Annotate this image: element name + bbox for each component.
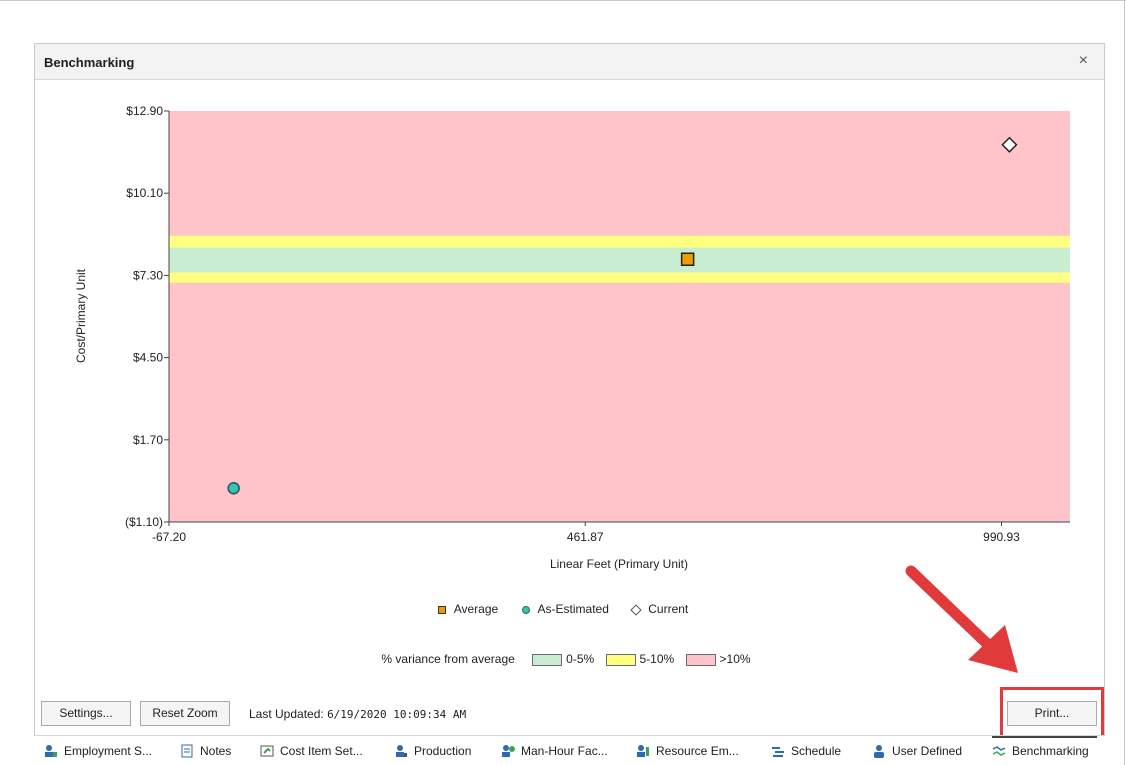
band-10	[169, 111, 1070, 522]
point-average[interactable]	[680, 252, 695, 267]
variance-5-10: 5-10%	[605, 652, 674, 666]
tab-production[interactable]: Production	[394, 741, 471, 761]
employment-icon	[44, 744, 58, 758]
last-updated-value: 6/19/2020 10:09:34 AM	[327, 708, 467, 721]
variance-legend: % variance from average 0-5% 5-10% >10%	[0, 651, 1126, 666]
y-tick-label: $10.10	[126, 186, 163, 200]
active-tab-indicator	[992, 736, 1097, 738]
y-tick-label: ($1.10)	[125, 515, 163, 529]
yellow-swatch-icon	[605, 653, 636, 666]
green-swatch-icon	[532, 653, 563, 666]
y-tick-label: $1.70	[133, 433, 163, 447]
variance-legend-title: % variance from average	[381, 651, 515, 666]
bottom-tab-bar: Employment S... Notes Cost Item Set... P…	[34, 735, 1105, 765]
print-button[interactable]: Print...	[1007, 701, 1097, 726]
x-axis-label: Linear Feet (Primary Unit)	[550, 557, 688, 571]
user-icon	[872, 744, 886, 758]
last-updated: Last Updated: 6/19/2020 10:09:34 AM	[249, 707, 466, 721]
variance-gt-10: >10%	[685, 652, 751, 666]
current-marker-icon	[630, 603, 642, 616]
band-0-5	[169, 247, 1070, 273]
variance-0-5: 0-5%	[532, 652, 594, 666]
as-estimated-marker-icon	[521, 605, 530, 614]
y-tick-label: $4.50	[133, 351, 163, 365]
benchmarking-chart[interactable]: $12.90 $10.10 $7.30 $4.50 $1.70 ($1.10)-67.20…	[0, 0, 1126, 735]
x-tick-label: -67.20	[152, 530, 186, 544]
series-legend: Average As-Estimated Current	[0, 601, 1126, 616]
tab-notes[interactable]: Notes	[180, 741, 231, 761]
y-tick-label: $12.90	[126, 104, 163, 118]
tab-benchmarking[interactable]: Benchmarking	[992, 741, 1089, 761]
x-tick-label: 990.93	[983, 530, 1020, 544]
legend-average[interactable]: Average	[437, 602, 498, 616]
point-as-estimated[interactable]	[227, 481, 240, 495]
average-marker-icon	[437, 605, 446, 614]
man-hour-icon	[501, 744, 515, 758]
schedule-icon	[771, 744, 785, 758]
x-tick-label: 461.87	[567, 530, 604, 544]
tab-resource-employment[interactable]: Resource Em...	[636, 741, 739, 761]
pink-swatch-icon	[685, 653, 716, 666]
notes-icon	[180, 744, 194, 758]
tab-user-defined[interactable]: User Defined	[872, 741, 962, 761]
tab-cost-item-setup[interactable]: Cost Item Set...	[260, 741, 363, 761]
production-icon	[394, 744, 408, 758]
reset-zoom-button[interactable]: Reset Zoom	[140, 701, 230, 726]
resource-icon	[636, 744, 650, 758]
tab-schedule[interactable]: Schedule	[771, 741, 841, 761]
y-tick-label: $7.30	[133, 268, 163, 282]
benchmarking-icon	[992, 744, 1006, 758]
y-axis-label: Cost/Primary Unit	[74, 268, 88, 363]
settings-button[interactable]: Settings...	[41, 701, 131, 726]
tab-employment[interactable]: Employment S...	[44, 741, 152, 761]
last-updated-label: Last Updated:	[249, 707, 324, 721]
tab-man-hour-factor[interactable]: Man-Hour Fac...	[501, 741, 608, 761]
legend-current[interactable]: Current	[630, 602, 688, 616]
cost-item-icon	[260, 744, 274, 758]
legend-as-estimated[interactable]: As-Estimated	[521, 602, 609, 616]
